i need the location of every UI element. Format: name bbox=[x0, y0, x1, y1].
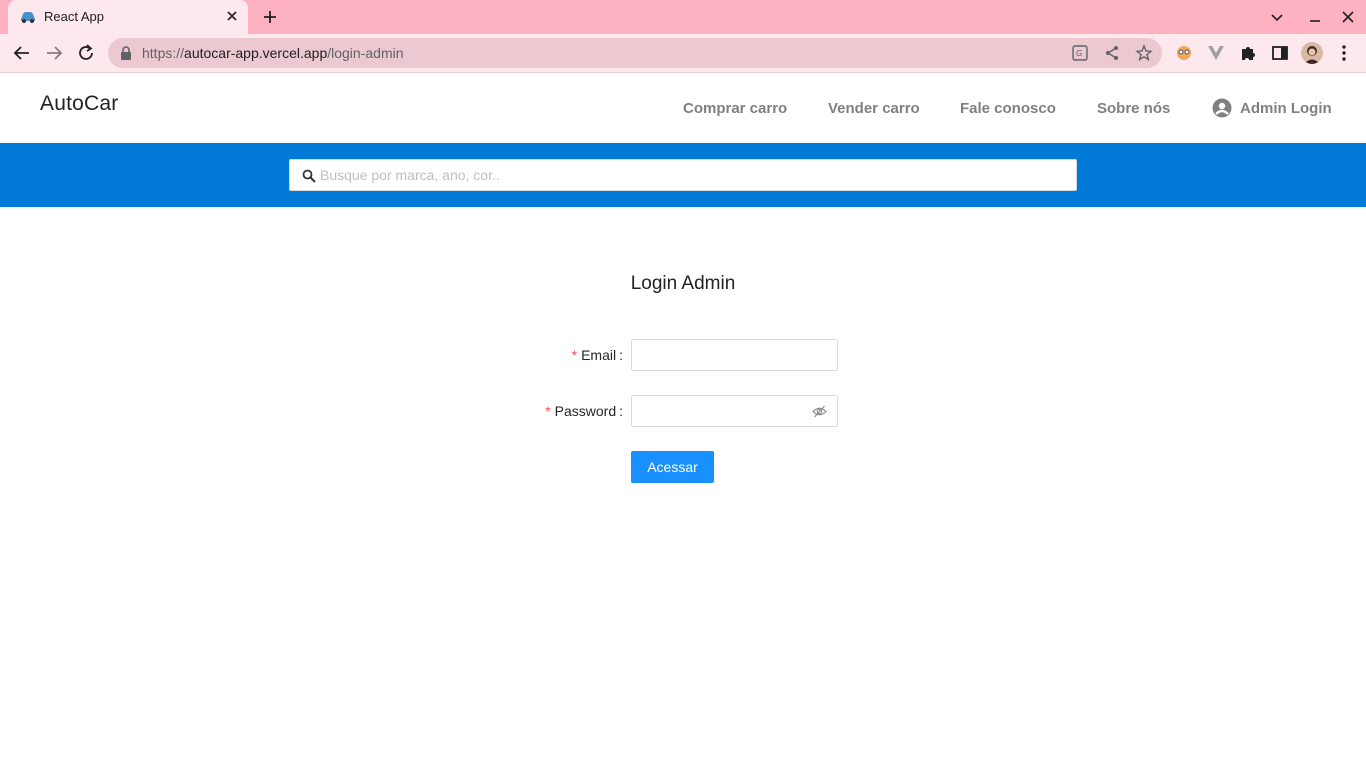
kebab-menu-icon[interactable] bbox=[1334, 43, 1354, 63]
url-scheme: https:// bbox=[142, 45, 185, 61]
nav-vender-carro[interactable]: Vender carro bbox=[828, 100, 920, 117]
acessar-button[interactable]: Acessar bbox=[631, 451, 714, 483]
minimize-icon[interactable] bbox=[1307, 9, 1323, 25]
tab-title: React App bbox=[44, 9, 104, 24]
app-header: AutoCar Comprar carro Vender carro Fale … bbox=[0, 73, 1366, 143]
label-colon: : bbox=[619, 347, 623, 363]
side-panel-icon[interactable] bbox=[1270, 43, 1290, 63]
extension-face-icon[interactable] bbox=[1174, 43, 1194, 63]
label-colon: : bbox=[619, 403, 623, 419]
chevron-down-icon[interactable] bbox=[1269, 9, 1285, 25]
nav-fale-conosco[interactable]: Fale conosco bbox=[960, 100, 1056, 117]
search-input[interactable] bbox=[320, 161, 1060, 189]
avatar-icon bbox=[1304, 46, 1320, 64]
password-input[interactable] bbox=[642, 400, 807, 422]
star-icon[interactable] bbox=[1135, 44, 1153, 62]
email-label: * Email: bbox=[423, 347, 623, 363]
page-title: Login Admin bbox=[630, 273, 736, 294]
car-icon bbox=[21, 12, 35, 23]
translate-icon[interactable]: G bbox=[1071, 44, 1089, 62]
search-icon bbox=[302, 169, 316, 183]
forward-arrow-icon[interactable] bbox=[44, 43, 64, 63]
search-band bbox=[0, 143, 1366, 207]
address-bar[interactable]: https://autocar-app.vercel.app/login-adm… bbox=[108, 38, 1162, 68]
search-box[interactable] bbox=[289, 159, 1077, 191]
share-icon[interactable] bbox=[1103, 44, 1121, 62]
new-tab-icon[interactable] bbox=[261, 8, 279, 26]
eye-invisible-icon[interactable] bbox=[812, 404, 827, 419]
password-field[interactable] bbox=[631, 395, 838, 427]
back-arrow-icon[interactable] bbox=[12, 43, 32, 63]
email-field[interactable] bbox=[631, 339, 838, 371]
nav-sobre-nos[interactable]: Sobre nós bbox=[1097, 100, 1170, 117]
url-host: autocar-app.vercel.app bbox=[184, 45, 328, 61]
url-path: /login-admin bbox=[327, 45, 404, 61]
email-label-text: Email bbox=[581, 347, 617, 363]
required-mark: * bbox=[545, 403, 551, 419]
browser-tab-bar: React App bbox=[0, 0, 1366, 34]
close-window-icon[interactable] bbox=[1340, 9, 1356, 25]
password-label-text: Password bbox=[554, 403, 617, 419]
lock-icon bbox=[121, 46, 131, 60]
site-logo[interactable]: AutoCar bbox=[40, 92, 118, 116]
browser-toolbar: https://autocar-app.vercel.app/login-adm… bbox=[0, 34, 1366, 73]
password-label: * Password: bbox=[423, 403, 623, 419]
required-mark: * bbox=[571, 347, 578, 363]
reload-icon[interactable] bbox=[76, 43, 96, 63]
svg-text:G: G bbox=[1076, 49, 1082, 58]
nav-admin-login[interactable]: Admin Login bbox=[1240, 100, 1332, 117]
puzzle-icon[interactable] bbox=[1238, 43, 1258, 63]
nav-comprar-carro[interactable]: Comprar carro bbox=[683, 100, 787, 117]
email-input[interactable] bbox=[642, 344, 807, 366]
url-text: https://autocar-app.vercel.app/login-adm… bbox=[142, 45, 404, 61]
vue-devtools-icon[interactable] bbox=[1206, 43, 1226, 63]
user-circle-icon bbox=[1212, 98, 1232, 118]
close-tab-icon[interactable] bbox=[224, 8, 240, 24]
profile-avatar[interactable] bbox=[1301, 42, 1323, 64]
browser-tab[interactable]: React App bbox=[8, 0, 248, 34]
